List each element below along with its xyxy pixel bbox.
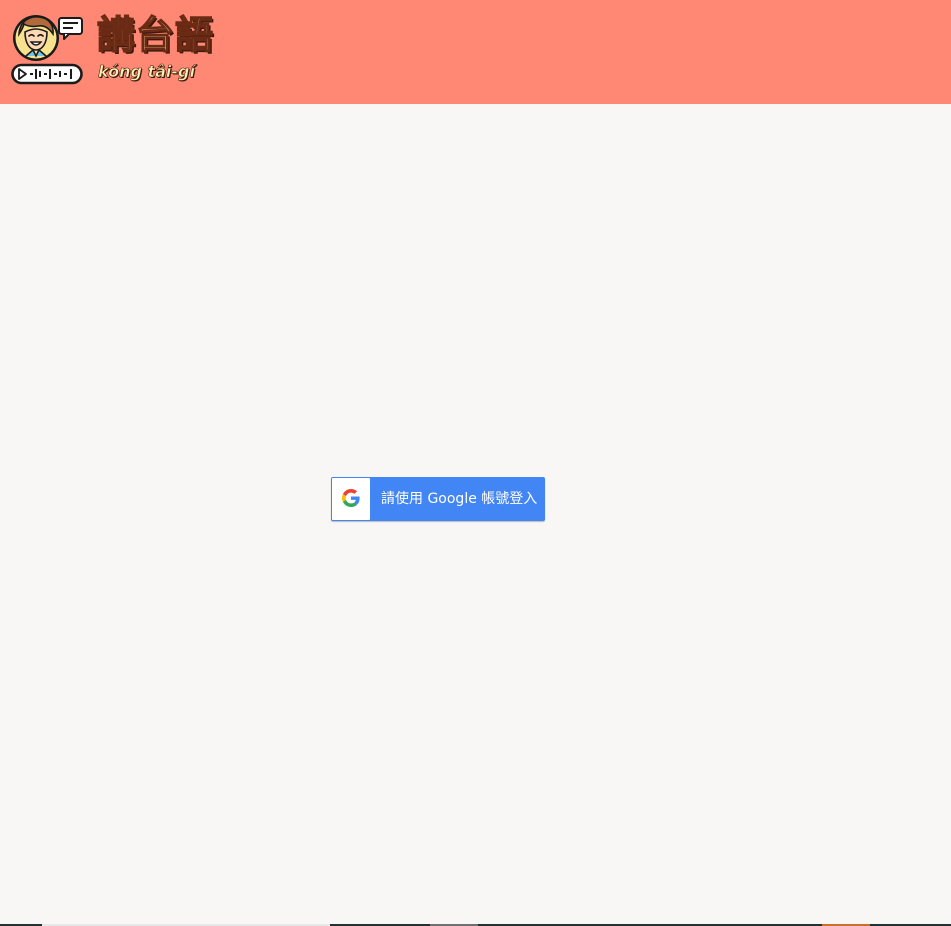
google-sign-in-button[interactable]: 請使用 Google 帳號登入 (331, 477, 545, 521)
google-sign-in-label: 請使用 Google 帳號登入 (381, 491, 538, 507)
site-logo[interactable]: 講台語 kóng tâi-gí (11, 12, 231, 86)
brand-romanization: kóng tâi-gí (98, 62, 196, 82)
google-logo-container (332, 478, 370, 520)
google-g-icon (342, 489, 360, 507)
brand-name: 講台語 (96, 12, 215, 57)
app-header: 講台語 kóng tâi-gí (0, 0, 951, 104)
talking-face-audio-icon (11, 15, 83, 85)
